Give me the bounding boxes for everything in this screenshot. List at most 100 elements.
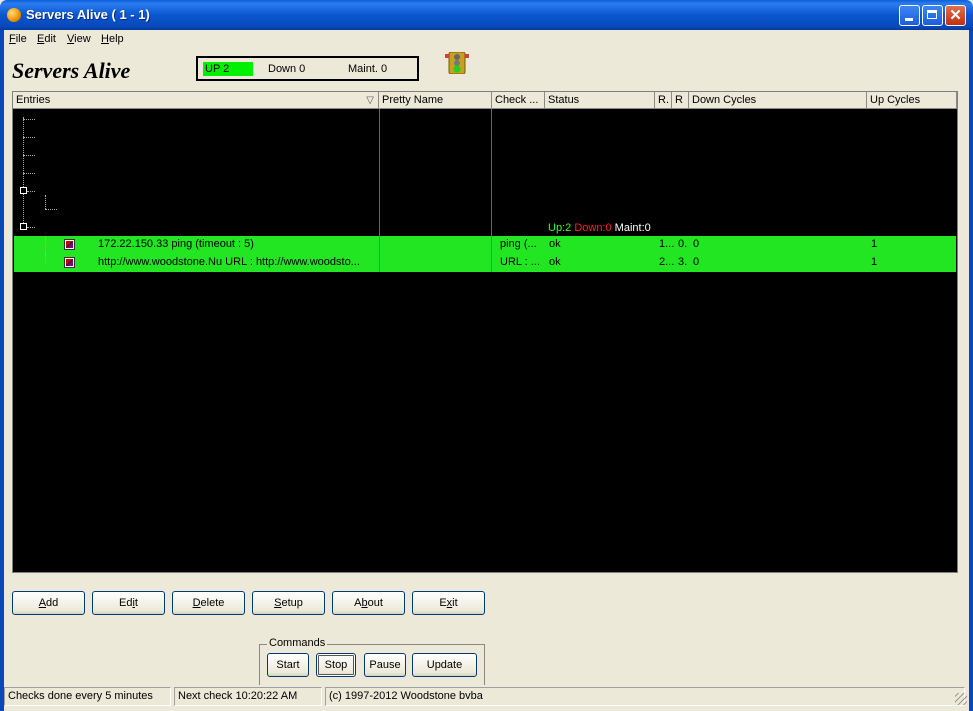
menu-edit[interactable]: Edit	[37, 33, 56, 45]
delete-button-label: elete	[200, 597, 225, 609]
column-divider	[491, 236, 492, 254]
about-button-label: out	[367, 597, 383, 609]
menu-view[interactable]: View	[67, 33, 91, 45]
menu-edit-label: dit	[44, 33, 56, 45]
add-button-accel: A	[38, 597, 47, 609]
about-button[interactable]: About	[332, 591, 405, 615]
col-header-up-cycles[interactable]: Up Cycles	[867, 92, 957, 109]
add-button[interactable]: Add	[12, 591, 85, 615]
cell-up-cycles: 1	[871, 256, 878, 268]
cell-status: ok	[549, 256, 561, 268]
servers-list[interactable]: Entries ▽ Pretty Name Check ... Status R.…	[12, 91, 958, 573]
summary-down: Down 0	[268, 63, 306, 75]
cell-check: ping (...	[500, 238, 537, 250]
setup-button[interactable]: Setup	[252, 591, 325, 615]
minimize-icon	[905, 18, 913, 21]
column-divider	[379, 236, 380, 254]
server-status-icon	[64, 239, 75, 250]
cell-down-cycles: 0	[693, 256, 700, 268]
tree-line	[45, 195, 46, 209]
status-check-interval: Checks done every 5 minutes	[4, 687, 171, 706]
edit-button-label: t	[134, 597, 138, 609]
menu-file-accel: F	[9, 33, 16, 45]
delete-button[interactable]: Delete	[172, 591, 245, 615]
tree-line	[23, 173, 35, 174]
tree-line	[45, 254, 46, 264]
tree-line	[45, 209, 57, 210]
delete-button-accel: D	[192, 597, 201, 609]
minimize-button[interactable]	[899, 5, 920, 26]
menu-help[interactable]: Help	[101, 33, 124, 45]
tree-line	[23, 119, 35, 120]
window-title: Servers Alive ( 1 - 1)	[26, 7, 150, 22]
exit-button[interactable]: Exit	[412, 591, 485, 615]
edit-button-label-pre: Ed	[119, 597, 133, 609]
cell-entry: http://www.woodstone.Nu URL : http://www…	[98, 256, 360, 268]
status-bar: Checks done every 5 minutes Next check 1…	[4, 686, 969, 707]
menu-file[interactable]: File	[9, 33, 27, 45]
menu-view-label: iew	[74, 33, 91, 45]
summary-up: UP 2	[203, 62, 253, 76]
cell-r2: 3.	[678, 256, 688, 268]
summary-maint: Maint. 0	[348, 63, 388, 75]
main-window: Servers Alive ( 1 - 1) ✕ File Edit View …	[0, 0, 973, 711]
totals-maint: Maint:0	[614, 222, 651, 234]
window-border-right	[969, 30, 973, 711]
close-icon: ✕	[949, 7, 962, 24]
cell-status: ok	[549, 238, 561, 250]
status-summary: UP 2 Down 0 Maint. 0	[196, 56, 419, 81]
col-header-r2[interactable]: R	[672, 92, 689, 109]
status-next-check: Next check 10:20:22 AM	[174, 687, 322, 706]
tree-line	[45, 236, 46, 254]
table-row[interactable]: 172.22.150.33 ping (timeout : 5) ping (.…	[14, 236, 956, 254]
stop-button[interactable]: Stop	[316, 653, 356, 677]
maximize-button[interactable]	[922, 5, 943, 26]
column-divider	[491, 254, 492, 272]
exit-button-label: it	[452, 597, 458, 609]
totals-down: Down:0	[574, 222, 612, 234]
update-button[interactable]: Update	[412, 653, 477, 677]
column-divider	[379, 109, 380, 236]
server-status-icon	[64, 257, 75, 268]
tree-expander[interactable]	[20, 223, 27, 230]
exit-button-label-pre: E	[439, 597, 447, 609]
cell-r1: 1...	[659, 238, 675, 250]
totals-up: Up:2	[548, 222, 572, 234]
cell-r1: 2...	[659, 256, 675, 268]
sort-down-icon: ▽	[366, 95, 374, 106]
cell-entry: 172.22.150.33 ping (timeout : 5)	[98, 238, 254, 250]
menu-help-label: elp	[108, 33, 124, 45]
table-row[interactable]: http://www.woodstone.Nu URL : http://www…	[14, 254, 956, 272]
app-icon	[7, 8, 21, 22]
col-header-down-cycles[interactable]: Down Cycles	[689, 92, 867, 109]
setup-button-label: etup	[281, 597, 303, 609]
menu-file-label: ile	[15, 33, 27, 45]
group-totals: Up:2 Down:0 Maint:0	[548, 222, 651, 234]
tree-line	[27, 191, 35, 192]
col-header-r1[interactable]: R.	[655, 92, 672, 109]
commands-group-label: Commands	[267, 637, 328, 649]
add-button-label: dd	[46, 597, 59, 609]
window-border-left	[0, 30, 4, 711]
tree-expander[interactable]	[20, 187, 27, 194]
close-button[interactable]: ✕	[945, 5, 966, 26]
resize-grip-icon[interactable]	[955, 693, 967, 705]
cell-up-cycles: 1	[871, 238, 878, 250]
start-button[interactable]: Start	[267, 653, 309, 677]
pause-button[interactable]: Pause	[364, 653, 406, 677]
edit-button[interactable]: Edit	[92, 591, 165, 615]
traffic-light-icon[interactable]	[445, 52, 469, 74]
col-header-status[interactable]: Status	[545, 92, 655, 109]
cell-check: URL : ...	[500, 256, 540, 268]
group-tree	[13, 109, 379, 236]
col-header-entries[interactable]: Entries ▽	[13, 92, 379, 109]
status-copyright: (c) 1997-2012 Woodstone bvba	[325, 687, 965, 706]
col-header-pretty-name[interactable]: Pretty Name	[379, 92, 492, 109]
tree-line	[23, 155, 35, 156]
column-divider	[491, 109, 492, 236]
column-divider	[379, 254, 380, 272]
title-bar[interactable]: Servers Alive ( 1 - 1) ✕	[0, 0, 973, 30]
cell-r2: 0.	[678, 238, 688, 250]
col-header-check[interactable]: Check ...	[492, 92, 545, 109]
maximize-icon	[927, 10, 937, 19]
